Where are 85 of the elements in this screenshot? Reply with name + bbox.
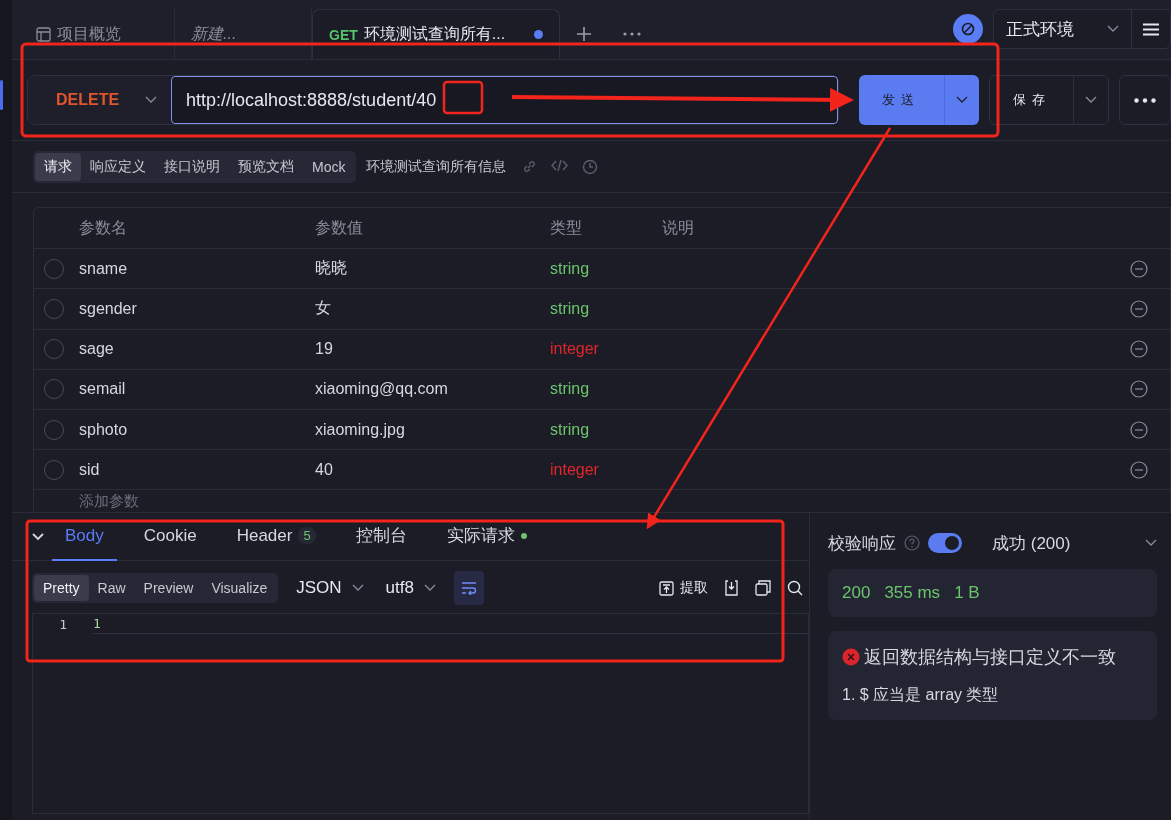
param-value: 19 bbox=[315, 340, 334, 359]
param-type: string bbox=[550, 300, 591, 318]
response-size: 1 B bbox=[954, 583, 980, 603]
extract-button[interactable]: 提取 bbox=[659, 579, 708, 597]
section-tab[interactable]: Mock bbox=[303, 153, 355, 181]
copy-icon[interactable] bbox=[755, 580, 771, 596]
extract-icon bbox=[659, 580, 674, 596]
encoding-select[interactable]: utf8 bbox=[381, 578, 440, 598]
param-name: sname bbox=[79, 259, 129, 278]
caret-icon bbox=[1107, 25, 1119, 33]
response-time: 355 ms bbox=[884, 583, 941, 603]
response-tab[interactable]: Header 5 bbox=[223, 512, 329, 561]
wrap-icon bbox=[460, 581, 477, 595]
response-tab[interactable]: Body bbox=[52, 512, 117, 561]
param-name: semail bbox=[79, 380, 127, 399]
plus-icon bbox=[576, 26, 592, 42]
param-value: xiaoming.jpg bbox=[315, 420, 406, 439]
status-code: 200 bbox=[842, 583, 871, 603]
validation-label: 校验响应 bbox=[828, 532, 896, 555]
param-type: integer bbox=[550, 340, 600, 359]
param-name: sid bbox=[79, 460, 101, 479]
count-badge: 5 bbox=[298, 527, 316, 544]
validation-result-select[interactable]: 成功 (200) bbox=[992, 531, 1137, 555]
param-type: string bbox=[550, 420, 591, 439]
download-icon[interactable] bbox=[724, 580, 739, 596]
response-tab[interactable]: 控制台 bbox=[342, 512, 420, 561]
error-message: 返回数据结构与接口定义不一致 bbox=[864, 646, 1116, 669]
layout-icon bbox=[36, 26, 51, 42]
api-name: 环境测试查询所有信息 bbox=[366, 158, 507, 176]
collapse-icon[interactable] bbox=[32, 532, 44, 541]
remove-icon[interactable] bbox=[1130, 460, 1148, 479]
view-mode-tab[interactable]: Preview bbox=[134, 575, 203, 601]
code-icon[interactable] bbox=[551, 159, 569, 172]
caret-icon bbox=[1145, 539, 1157, 547]
caret-icon bbox=[351, 584, 364, 592]
help-icon[interactable] bbox=[904, 535, 920, 551]
tab[interactable]: 项目概览 bbox=[12, 9, 175, 59]
param-value: xiaoming@qq.com bbox=[315, 380, 449, 399]
format-select[interactable]: JSON bbox=[292, 578, 368, 598]
column-header: 说明 bbox=[662, 217, 695, 238]
response-tab[interactable]: Cookie bbox=[130, 512, 210, 561]
view-mode-tab[interactable]: Pretty bbox=[34, 575, 89, 601]
section-tab[interactable]: 请求 bbox=[35, 153, 81, 181]
column-header: 参数名 bbox=[79, 217, 128, 238]
param-name: sphoto bbox=[79, 420, 129, 439]
ellipsis-icon bbox=[623, 32, 641, 36]
remove-icon[interactable] bbox=[1130, 300, 1148, 318]
section-tab[interactable]: 响应定义 bbox=[81, 153, 155, 181]
view-mode-tab[interactable]: Visualize bbox=[202, 575, 277, 601]
search-icon[interactable] bbox=[787, 580, 803, 596]
remove-icon[interactable] bbox=[1130, 380, 1148, 399]
code-editor[interactable]: 1 1 bbox=[32, 613, 809, 814]
response-tab[interactable]: 实际请求 bbox=[433, 512, 540, 561]
chevron-down-icon bbox=[956, 96, 969, 104]
history-icon[interactable] bbox=[582, 159, 599, 175]
error-icon bbox=[842, 648, 860, 666]
chevron-down-icon bbox=[1085, 96, 1098, 104]
param-value: 晓晓 bbox=[315, 258, 348, 279]
param-type: string bbox=[550, 380, 591, 399]
view-mode-tab[interactable]: Raw bbox=[88, 575, 135, 601]
param-value: 40 bbox=[315, 460, 334, 479]
remove-icon[interactable] bbox=[1130, 259, 1148, 278]
column-header: 参数值 bbox=[315, 217, 364, 238]
remove-icon[interactable] bbox=[1130, 420, 1148, 439]
section-tab[interactable]: 接口说明 bbox=[155, 153, 229, 181]
line-number: 1 bbox=[58, 616, 68, 632]
param-name: sgender bbox=[79, 300, 138, 318]
error-detail: 1. $ 应当是 array 类型 bbox=[842, 685, 1000, 705]
nav-indicator bbox=[0, 80, 3, 110]
caret-icon bbox=[423, 584, 436, 592]
menu-icon bbox=[1143, 22, 1159, 36]
validation-toggle[interactable] bbox=[928, 533, 962, 553]
tab[interactable]: GET 环境测试查询所有... bbox=[312, 9, 560, 59]
param-value: 女 bbox=[315, 298, 332, 319]
wrap-button[interactable] bbox=[453, 571, 484, 605]
more-button[interactable] bbox=[1119, 75, 1171, 125]
section-tab[interactable]: 预览文档 bbox=[229, 153, 303, 181]
param-type: string bbox=[550, 259, 591, 278]
column-header: 类型 bbox=[550, 217, 583, 238]
remove-icon[interactable] bbox=[1130, 340, 1148, 359]
code-line: 1 bbox=[93, 614, 808, 634]
link-icon[interactable] bbox=[522, 159, 538, 174]
param-type: integer bbox=[550, 460, 600, 479]
param-name: sage bbox=[79, 340, 115, 359]
ellipsis-icon bbox=[1134, 97, 1157, 103]
